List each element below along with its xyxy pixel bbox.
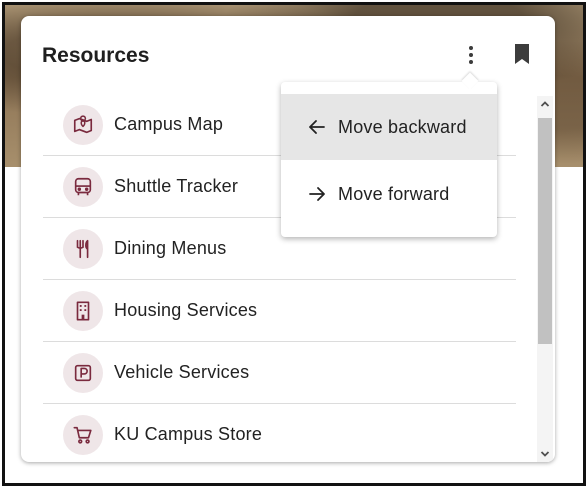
options-dropdown-menu: Move backward Move forward — [281, 72, 497, 237]
arrow-right-icon — [309, 187, 325, 201]
card-title: Resources — [42, 44, 150, 67]
menu-item-label: Move forward — [338, 183, 450, 204]
menu-item-move-backward[interactable]: Move backward — [281, 94, 497, 160]
scroll-down-button[interactable] — [537, 446, 553, 462]
list-item-label: Vehicle Services — [114, 362, 250, 382]
list-item-label: Housing Services — [114, 300, 258, 320]
bus-icon — [63, 166, 103, 207]
menu-item-move-forward[interactable]: Move forward — [281, 161, 497, 227]
list-item-ku-campus-store[interactable]: KU Campus Store — [43, 404, 516, 462]
more-options-button[interactable] — [461, 42, 481, 68]
chevron-down-icon — [540, 451, 550, 457]
chevron-up-icon — [540, 101, 550, 107]
list-item-label: Campus Map — [114, 114, 224, 134]
list-item-vehicle-services[interactable]: Vehicle Services — [43, 342, 516, 404]
menu-item-label: Move backward — [338, 116, 467, 137]
list-item-label: Shuttle Tracker — [114, 176, 239, 196]
building-icon — [63, 290, 103, 331]
more-vertical-icon — [469, 46, 473, 50]
parking-icon — [63, 352, 103, 393]
list-item-housing-services[interactable]: Housing Services — [43, 280, 516, 342]
map-icon — [63, 104, 103, 145]
scrollbar-thumb[interactable] — [538, 118, 552, 344]
scroll-up-button[interactable] — [537, 96, 553, 112]
arrow-left-icon — [309, 120, 325, 134]
utensils-icon — [63, 228, 103, 269]
screenshot-frame: Resources Campus Map Shuttle Tracker Din… — [2, 2, 586, 486]
cart-icon — [63, 414, 103, 455]
scrollbar[interactable] — [537, 96, 553, 462]
list-item-label: KU Campus Store — [114, 424, 263, 444]
list-item-label: Dining Menus — [114, 238, 227, 258]
bookmark-button[interactable] — [514, 43, 530, 65]
bookmark-icon — [515, 44, 529, 64]
